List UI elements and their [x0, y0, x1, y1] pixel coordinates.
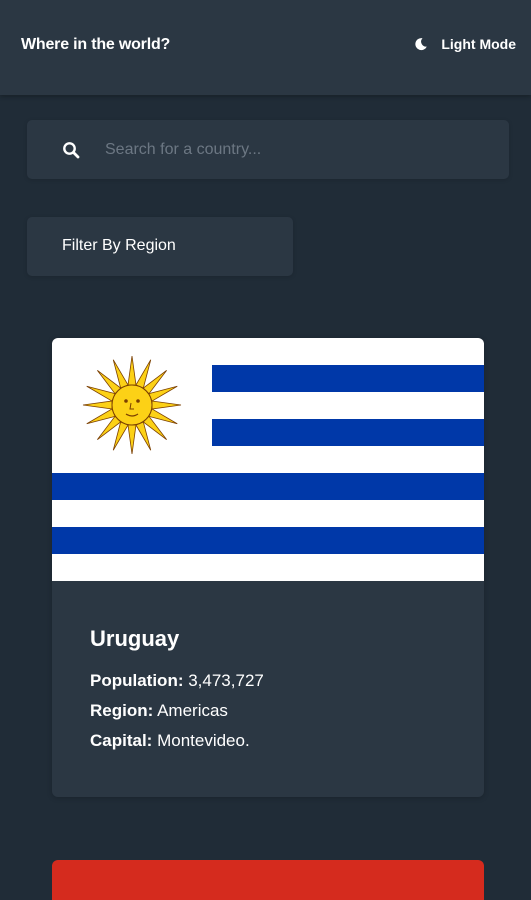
next-country-card[interactable] [52, 860, 484, 900]
search-icon [63, 142, 80, 159]
region-value: Americas [157, 701, 228, 720]
search-input[interactable] [105, 120, 495, 179]
region-row: Region: Americas [90, 696, 264, 726]
capital-row: Capital: Montevideo. [90, 726, 264, 756]
theme-toggle-button[interactable]: Light Mode [414, 36, 516, 52]
region-label: Region: [90, 701, 154, 720]
theme-toggle-label: Light Mode [441, 36, 516, 52]
population-value: 3,473,727 [188, 671, 264, 690]
filter-label: Filter By Region [62, 237, 176, 254]
app-header: Where in the world? Light Mode [0, 0, 531, 95]
search-box[interactable] [27, 120, 509, 179]
uruguay-flag [52, 338, 484, 581]
population-label: Population: [90, 671, 184, 690]
country-name: Uruguay [90, 626, 180, 651]
capital-label: Capital: [90, 731, 153, 750]
moon-icon [415, 38, 428, 51]
filter-by-region-dropdown[interactable]: Filter By Region [27, 217, 293, 276]
capital-value: Montevideo. [157, 731, 250, 750]
country-card[interactable]: Uruguay Population: 3,473,727 Region: Am… [52, 338, 484, 797]
sun-of-may-emblem [82, 355, 182, 455]
country-card-body: Uruguay Population: 3,473,727 Region: Am… [90, 626, 264, 756]
population-row: Population: 3,473,727 [90, 666, 264, 696]
app-title: Where in the world? [21, 36, 171, 53]
